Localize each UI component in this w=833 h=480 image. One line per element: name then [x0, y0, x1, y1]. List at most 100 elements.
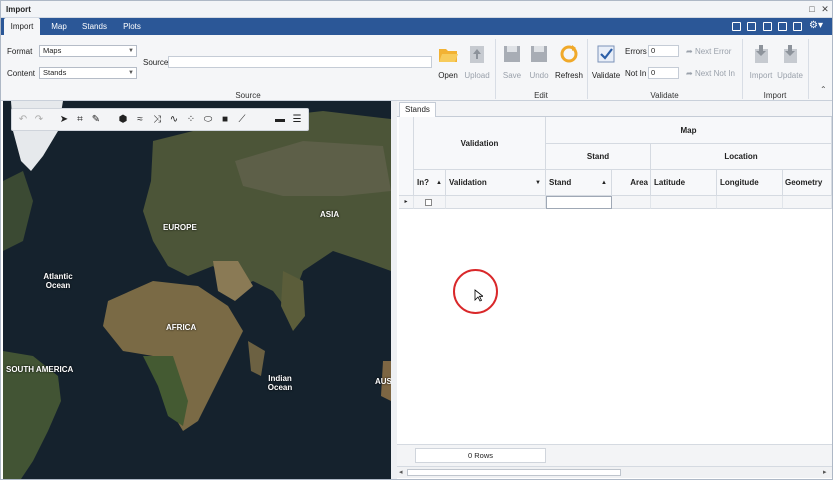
undo-button[interactable]: Undo: [523, 41, 555, 87]
errors-label: Errors: [625, 47, 647, 56]
column-label: Stand: [549, 178, 572, 187]
update-icon: [784, 45, 797, 63]
tab-stands[interactable]: Stands: [78, 18, 111, 35]
open-button[interactable]: Open: [432, 41, 464, 87]
column-header-stand[interactable]: Stand ▲: [546, 170, 612, 196]
collapse-ribbon-icon[interactable]: ⌃: [820, 85, 827, 94]
redo-icon[interactable]: ↷: [33, 114, 45, 126]
import-window: Import □ ✕ Import Map Stands Plots ⚙▾ Fo…: [0, 0, 833, 480]
source-input[interactable]: [168, 56, 432, 68]
map-label-africa: AFRICA: [166, 323, 197, 332]
source-label: Source: [143, 58, 169, 67]
layout-icon[interactable]: [732, 22, 741, 31]
next-not-in-button[interactable]: ➦ Next Not In: [686, 69, 735, 78]
ellipse-icon[interactable]: ⬭: [202, 114, 214, 126]
maximize-icon[interactable]: □: [807, 4, 817, 14]
horizontal-scrollbar[interactable]: ◂ ▸: [397, 466, 832, 478]
settings-gear-icon[interactable]: ⚙▾: [809, 20, 823, 31]
measure-line-icon[interactable]: ⟋: [236, 114, 248, 126]
wave-icon[interactable]: ≈: [134, 114, 146, 126]
layers-icon[interactable]: ☰: [291, 114, 303, 126]
pencil-icon[interactable]: ✎: [90, 114, 102, 126]
column-header-longitude[interactable]: Longitude: [717, 170, 783, 196]
column-header-area[interactable]: Area: [612, 170, 651, 196]
import-label: Import: [749, 71, 773, 80]
format-combo[interactable]: Maps ▼: [39, 45, 137, 57]
refresh-button[interactable]: Refresh: [553, 41, 585, 87]
tab-map[interactable]: Map: [45, 18, 73, 35]
checkbox-check-icon: [597, 45, 615, 63]
panel-right-icon[interactable]: [763, 22, 772, 31]
errors-count: 0: [648, 45, 679, 57]
panel-bottom-icon[interactable]: [778, 22, 787, 31]
not-in-count: 0: [648, 67, 679, 79]
map-label-atlantic-ocean: Atlantic Ocean: [43, 272, 73, 290]
next-error-button[interactable]: ➦ Next Error: [686, 47, 731, 56]
shuffle-icon[interactable]: ⤨: [151, 114, 163, 126]
map-label-indian-ocean: Indian Ocean: [267, 374, 293, 392]
column-label: Validation: [449, 178, 487, 187]
mouse-pointer-icon: [474, 289, 483, 302]
tab-plots[interactable]: Plots: [117, 18, 147, 35]
band-location: Location: [651, 144, 832, 170]
map-label-europe: EUROPE: [163, 223, 197, 232]
band-map: Map: [546, 117, 832, 144]
scroll-left-icon[interactable]: ◂: [399, 468, 403, 476]
new-row-latitude-cell[interactable]: [651, 196, 717, 209]
import-icon: [755, 45, 768, 63]
validate-group-label: Validate: [650, 91, 679, 100]
band-stand: Stand: [546, 144, 651, 170]
nodes-icon[interactable]: ⁘: [185, 114, 197, 126]
undo-disk-icon: [531, 46, 547, 62]
column-header-validation[interactable]: Validation ▼: [446, 170, 546, 196]
tab-stands-grid[interactable]: Stands: [399, 102, 436, 117]
content-combo[interactable]: Stands ▼: [39, 67, 137, 79]
new-row-stand-cell[interactable]: [546, 196, 612, 209]
row-indicator-icon: ▸: [399, 196, 414, 209]
scrollbar-thumb[interactable]: [407, 469, 621, 476]
arrow-right-icon: ➦: [686, 69, 695, 78]
filter-dropdown-icon: ▼: [535, 180, 541, 186]
column-header-in[interactable]: In? ▲: [414, 170, 446, 196]
update-label: Update: [777, 71, 803, 80]
group-separator: [742, 39, 743, 99]
group-separator: [587, 39, 588, 99]
map-label-aus: AUS: [375, 377, 391, 386]
square-icon[interactable]: ■: [219, 114, 231, 126]
crop-icon[interactable]: ⌗: [74, 114, 86, 126]
map-label-south-america: SOUTH AMERICA: [6, 365, 74, 374]
path-icon[interactable]: ∿: [168, 114, 180, 126]
map-pin-icon[interactable]: ⬢: [117, 114, 129, 126]
validate-label: Validate: [591, 71, 621, 80]
validate-button[interactable]: Validate: [590, 41, 622, 87]
column-header-latitude[interactable]: Latitude: [651, 170, 717, 196]
refresh-label: Refresh: [554, 71, 583, 80]
new-row-geometry-cell[interactable]: [783, 196, 832, 209]
floppy-disk-icon: [504, 46, 520, 62]
close-icon[interactable]: ✕: [820, 4, 830, 14]
upload-button[interactable]: Upload: [461, 41, 493, 87]
scroll-right-icon[interactable]: ▸: [823, 468, 827, 476]
panel-left-icon[interactable]: [747, 22, 756, 31]
satellite-map[interactable]: ↶ ↷ ➤ ⌗ ✎ ⬢ ≈ ⤨ ∿ ⁘ ⬭ ■ ⟋ ▬ ☰ EUROPE ASI…: [3, 101, 391, 479]
open-label: Open: [438, 71, 458, 80]
new-row-in-cell[interactable]: [414, 196, 446, 209]
column-header-geometry[interactable]: Geometry: [783, 170, 832, 196]
undo-icon[interactable]: ↶: [17, 114, 29, 126]
update-button[interactable]: Update: [774, 41, 806, 87]
new-row-validation-cell[interactable]: [446, 196, 546, 209]
import-button[interactable]: Import: [745, 41, 777, 87]
tab-import[interactable]: Import: [4, 18, 40, 35]
select-arrow-icon[interactable]: ➤: [58, 114, 70, 126]
refresh-icon: [560, 45, 578, 63]
format-value: Maps: [43, 46, 62, 55]
grid-footer: 0 Rows: [397, 444, 832, 466]
format-label: Format: [7, 47, 33, 56]
ruler-icon[interactable]: ▬: [274, 114, 286, 126]
checkbox[interactable]: [425, 199, 432, 206]
source-group-label: Source: [235, 91, 261, 100]
window-title: Import: [6, 5, 31, 14]
new-row-longitude-cell[interactable]: [717, 196, 783, 209]
new-row-area-cell[interactable]: [612, 196, 651, 209]
panel-full-icon[interactable]: [793, 22, 802, 31]
